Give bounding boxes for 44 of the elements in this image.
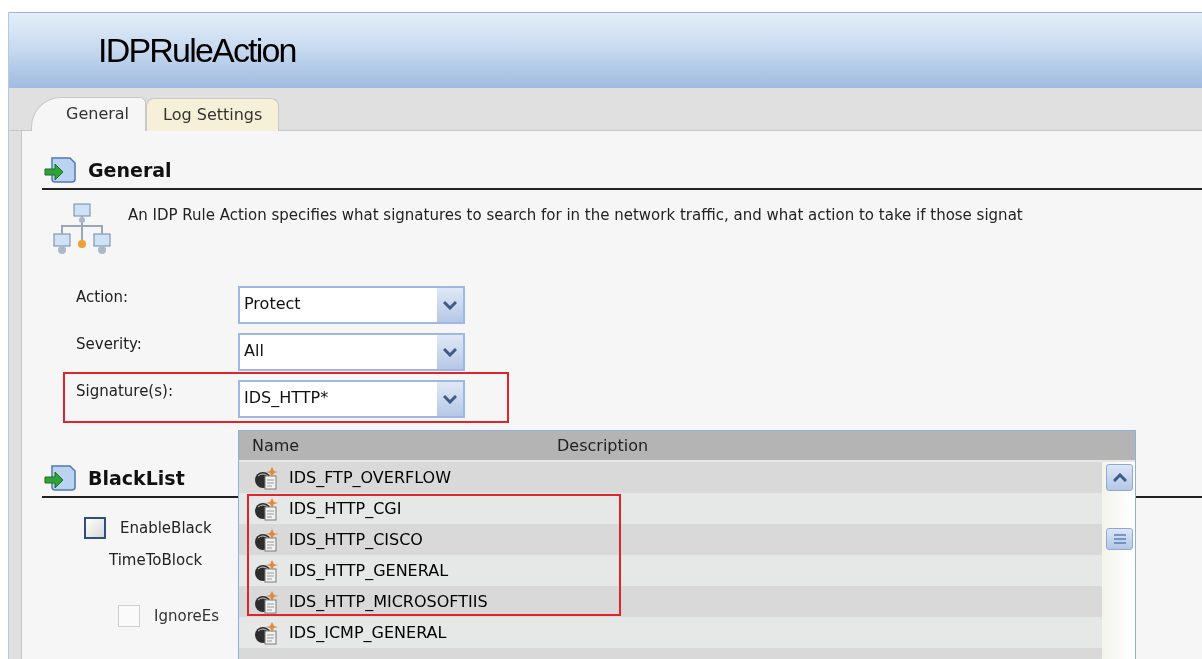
signature-name: IDS_HTTP_CGI	[289, 499, 402, 518]
dropdown-field[interactable]: All	[238, 333, 465, 371]
signature-name: IDS_HTTP_MICROSOFTIIS	[289, 592, 488, 611]
signature-icon	[253, 465, 279, 490]
list-row[interactable]: IDS_HTTP_CISCO	[239, 524, 1103, 555]
list-row[interactable]: IDS_HTTP_MICROSOFTIIS	[239, 586, 1103, 617]
grip-icon	[1112, 534, 1127, 544]
list-row[interactable]: IDS_FTP_OVERFLOW	[239, 462, 1103, 493]
signature-name: IDS_HTTP_CISCO	[289, 530, 423, 549]
chevron-down-icon	[443, 300, 457, 310]
field-label: TimeToBlock	[109, 551, 203, 569]
signature-name: IDS_HTTP_GENERAL	[289, 561, 449, 580]
scroll-up-button[interactable]	[1106, 464, 1133, 491]
page-title: IDPRuleAction	[98, 31, 296, 70]
dropdown-field[interactable]: Protect	[238, 286, 465, 324]
section-heading: General	[88, 159, 172, 181]
column-header[interactable]: Name	[252, 436, 557, 455]
field-label: Signature(s):	[76, 381, 174, 400]
field-label: Severity:	[76, 334, 143, 353]
section-heading: BlackList	[88, 467, 185, 489]
checkbox-label: EnableBlack	[120, 519, 212, 537]
checkbox[interactable]	[84, 517, 106, 539]
section-arrow-icon	[44, 155, 78, 185]
chevron-up-icon	[1112, 473, 1127, 482]
network-icon	[52, 202, 114, 254]
signature-icon	[253, 620, 279, 645]
tab[interactable]: Log Settings	[146, 98, 280, 131]
signature-icon	[253, 558, 279, 583]
tab[interactable]: General	[31, 97, 147, 131]
chevron-down-icon	[443, 347, 457, 357]
chevron-down-icon	[443, 394, 457, 404]
signature-icon	[253, 527, 279, 552]
signature-icon	[253, 496, 279, 521]
section-arrow-icon	[44, 463, 78, 493]
scrollbar[interactable]	[1102, 462, 1135, 659]
signature-icon	[253, 589, 279, 614]
checkbox-label: IgnoreEs	[154, 607, 219, 625]
dropdown-field[interactable]: IDS_HTTP*	[238, 380, 465, 418]
field-label: Action:	[76, 287, 130, 306]
signature-name: IDS_ICMP_GENERAL	[289, 623, 447, 642]
signature-name: IDS_FTP_OVERFLOW	[289, 468, 451, 487]
scroll-thumb[interactable]	[1106, 528, 1133, 550]
description-text: An IDP Rule Action specifies what signatures to search for in the network traffic, and what action to take if those signat	[128, 206, 1023, 224]
column-header[interactable]: Description	[557, 436, 649, 455]
